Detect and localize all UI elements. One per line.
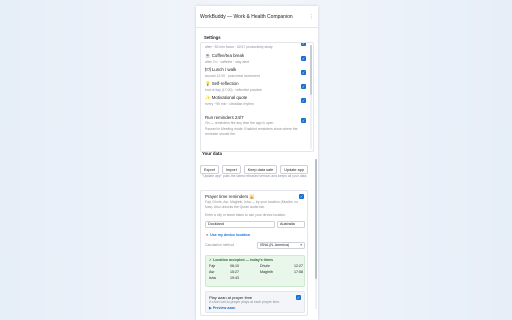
use-location-link[interactable]: ● Use my device location (206, 233, 250, 237)
use-location-label: Use my device location (210, 233, 250, 237)
clipped-item: after ~52 min focus · 52/17 productivity… (205, 43, 306, 49)
settings-scroll-area[interactable]: after ~52 min focus · 52/17 productivity… (200, 42, 314, 152)
calc-method-value: ISNA (N. America) (260, 243, 290, 247)
keep-data-safe-button[interactable]: Keep data safe (243, 165, 278, 174)
clipped-item-checkbox[interactable]: ✓ (301, 43, 306, 46)
prayer-time: 19:43 (230, 276, 239, 280)
run-247-item: Run reminders 24/7 On — reminders fire a… (205, 115, 306, 136)
run-247-sub: On — reminders fire any time the app is … (205, 121, 274, 125)
prayer-sub: Fajr, Dhuhr, Asr, Maghrib, Isha — by you… (205, 200, 299, 209)
panel-scrollbar-thumb[interactable] (315, 159, 317, 279)
run-247-note: Paused in Meeting mode. Enabled reminder… (205, 127, 298, 136)
reminder-name: Coffee/tea break (211, 53, 245, 58)
country-input[interactable]: Australia (277, 221, 305, 228)
your-data-heading: Your data (202, 151, 222, 156)
prayer-name: Isha (209, 276, 216, 280)
update-hint: "Update app" pulls the latest released v… (202, 174, 308, 178)
reminder-item-quote: ✨ Motivational quote every ~90 min · ult… (205, 95, 306, 106)
reminder-item-coffee: ☕ Coffee/tea break after 2 h · caffeine … (205, 53, 306, 64)
data-buttons: Export Import Keep data safe Update app (200, 165, 308, 174)
reminder-sub: after 2 h · caffeine · stay alert (205, 60, 250, 64)
city-input[interactable]: Dockland (205, 221, 275, 228)
lunch-checkbox[interactable]: ✓ (301, 70, 306, 75)
coffee-icon: ☕ (205, 53, 211, 58)
reminder-item-reflection: 💡 Self-reflection end of day (17:00) · r… (205, 81, 306, 92)
prayer-time: 06:10 (230, 264, 239, 268)
reminder-name: Lunch / walk (211, 67, 237, 72)
reminder-sub: every ~90 min · ultradian rhythm (205, 102, 254, 106)
reminder-sub: around 12:00 · post-meal movement (205, 74, 260, 78)
app-title: WorkBuddy — Work & Health Companion (200, 13, 293, 20)
prayer-name: Asr (209, 270, 215, 274)
run-247-label: Run reminders 24/7 (205, 115, 244, 120)
chevron-down-icon: ▾ (300, 243, 302, 247)
run-247-checkbox[interactable]: ✓ (301, 118, 306, 123)
side-panel: WorkBuddy — Work & Health Companion ⋮ Se… (196, 6, 318, 320)
quote-checkbox[interactable]: ✓ (301, 98, 306, 103)
city-hint: Enter a city or leave blank to use your … (205, 213, 287, 217)
azan-sub: A short call-to-prayer plays at each pra… (209, 300, 281, 304)
update-app-button[interactable]: Update app (280, 165, 308, 174)
calc-method-select[interactable]: ISNA (N. America) ▾ (257, 242, 305, 249)
reminder-name: Self-reflection (211, 81, 239, 86)
panel-header: WorkBuddy — Work & Health Companion ⋮ (196, 6, 318, 28)
preview-azan-link[interactable]: ▶ Preview azan (209, 306, 235, 310)
settings-heading: Settings (204, 35, 221, 40)
prayer-name: Maghrib (260, 270, 273, 274)
lightbulb-icon: 💡 (205, 81, 211, 86)
calc-label: Calculation method (205, 243, 235, 247)
times-status: ✓ Location accepted — today's times (209, 258, 273, 262)
reminder-sub: end of day (17:00) · reflective practice (205, 88, 262, 92)
more-menu-icon[interactable]: ⋮ (309, 14, 314, 20)
azan-option: Play azan at prayer time ✓ A short call-… (205, 291, 305, 313)
settings-scrollbar-thumb[interactable] (310, 45, 312, 95)
prayer-time: 17:58 (294, 270, 303, 274)
prayer-time: 12:27 (294, 264, 303, 268)
prayer-name: Fajr (209, 264, 216, 268)
reminder-name: Motivational quote (211, 95, 248, 100)
prayer-name: Dhuhr (260, 264, 270, 268)
prayer-times-box: ✓ Location accepted — today's times Fajr… (205, 255, 305, 287)
coffee-checkbox[interactable]: ✓ (301, 56, 306, 61)
sparkle-icon: ✨ (205, 95, 211, 100)
clipped-item-sub: after ~52 min focus · 52/17 productivity… (205, 45, 273, 49)
export-button[interactable]: Export (200, 165, 219, 174)
reflection-checkbox[interactable]: ✓ (301, 84, 306, 89)
prayer-enable-checkbox[interactable]: ✓ (299, 194, 304, 199)
prayer-time: 15:27 (230, 270, 239, 274)
meal-icon: 🍽 (205, 67, 211, 72)
reminder-item-lunch: 🍽 Lunch / walk around 12:00 · post-meal … (205, 67, 306, 78)
prayer-panel: Prayer time reminders 🕌 ✓ Fajr, Dhuhr, A… (200, 190, 308, 316)
pin-icon: ● (206, 233, 209, 237)
import-button[interactable]: Import (221, 165, 241, 174)
